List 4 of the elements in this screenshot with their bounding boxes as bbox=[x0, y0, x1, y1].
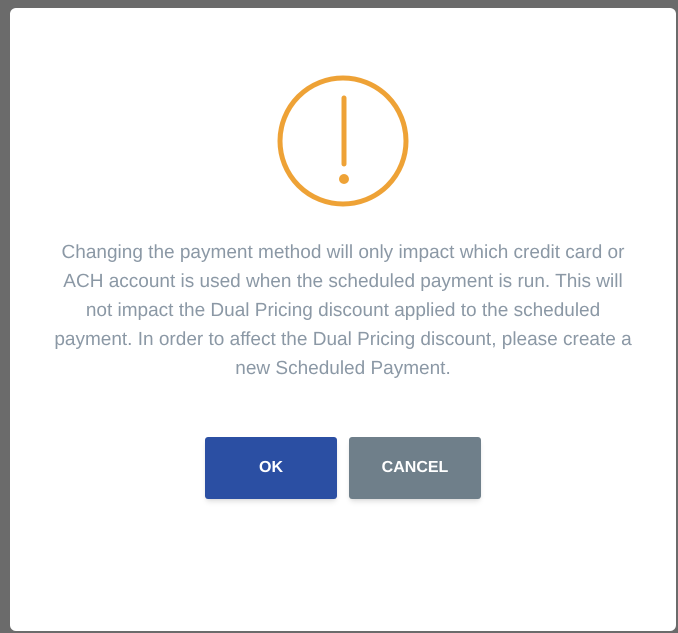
ok-button[interactable]: OK bbox=[205, 437, 337, 499]
dialog-message: Changing the payment method will only impact which credit card or ACH account is used when the scheduled payment is run. This will not impact the Dual Pricing discount applied to the scheduled payment. In order to affect the Dual Pricing discount, please create a new Scheduled Payment. bbox=[53, 241, 633, 381]
cancel-button[interactable]: CANCEL bbox=[349, 437, 481, 499]
warning-icon bbox=[276, 74, 410, 208]
